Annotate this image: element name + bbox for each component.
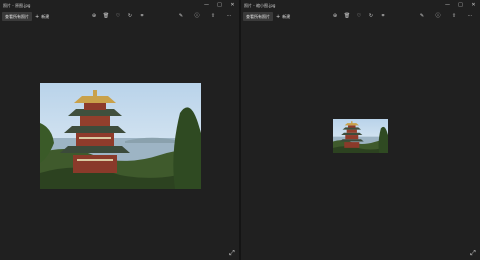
photo-original [40, 83, 201, 189]
toolbar: 查看所有照片 + 新建 ⊕ 🗑 ♡ ↻ ⌗ ✎ ⓘ ⇪ ⋯ [241, 11, 480, 22]
maximize-button[interactable]: □ [213, 0, 226, 11]
more-icon[interactable]: ⋯ [462, 12, 478, 21]
new-label: 新建 [41, 13, 50, 19]
info-icon[interactable]: ⓘ [430, 12, 446, 21]
toolbar-actions: ⊕ 🗑 ♡ ↻ ⌗ [88, 12, 148, 21]
title-bar: 照片 - 原图.jpg — □ ✕ [0, 0, 239, 11]
delete-icon[interactable]: 🗑 [341, 12, 353, 21]
window-title: 照片 - 原图.jpg [3, 2, 31, 8]
new-label: 新建 [282, 13, 291, 19]
title-bar: 照片 - 缩小图.jpg — □ ✕ [241, 0, 480, 11]
close-button[interactable]: ✕ [467, 0, 480, 11]
view-all-photos-button[interactable]: 查看所有照片 [243, 12, 273, 21]
view-all-photos-button[interactable]: 查看所有照片 [2, 12, 32, 21]
rotate-icon[interactable]: ↻ [365, 12, 377, 21]
delete-icon[interactable]: 🗑 [100, 12, 112, 21]
zoom-in-icon[interactable]: ⊕ [329, 12, 341, 21]
view-all-photos-label: 查看所有照片 [5, 13, 29, 19]
share-icon[interactable]: ⇪ [446, 12, 462, 21]
toolbar-actions: ⊕ 🗑 ♡ ↻ ⌗ [329, 12, 389, 21]
toolbar-right-actions: ✎ ⓘ ⇪ ⋯ [414, 12, 478, 21]
zoom-in-icon[interactable]: ⊕ [88, 12, 100, 21]
photo-viewer-left: 照片 - 原图.jpg — □ ✕ 查看所有照片 + 新建 ⊕ 🗑 ♡ ↻ ⌗ … [0, 0, 239, 260]
add-icon: + [276, 13, 281, 20]
window-controls: — □ ✕ [200, 0, 239, 11]
edit-icon[interactable]: ✎ [173, 12, 189, 21]
more-icon[interactable]: ⋯ [221, 12, 237, 21]
new-button[interactable]: + 新建 [32, 12, 52, 21]
expand-icon[interactable]: ⤢ [228, 249, 236, 257]
toolbar-right-actions: ✎ ⓘ ⇪ ⋯ [173, 12, 237, 21]
edit-icon[interactable]: ✎ [414, 12, 430, 21]
maximize-button[interactable]: □ [454, 0, 467, 11]
favorite-icon[interactable]: ♡ [112, 12, 124, 21]
toolbar: 查看所有照片 + 新建 ⊕ 🗑 ♡ ↻ ⌗ ✎ ⓘ ⇪ ⋯ [0, 11, 239, 22]
window-title: 照片 - 缩小图.jpg [244, 2, 276, 8]
crop-icon[interactable]: ⌗ [377, 12, 389, 21]
share-icon[interactable]: ⇪ [205, 12, 221, 21]
window-controls: — □ ✕ [441, 0, 480, 11]
crop-icon[interactable]: ⌗ [136, 12, 148, 21]
minimize-button[interactable]: — [200, 0, 213, 11]
close-button[interactable]: ✕ [226, 0, 239, 11]
new-button[interactable]: + 新建 [273, 12, 293, 21]
rotate-icon[interactable]: ↻ [124, 12, 136, 21]
photo-resized [333, 119, 388, 153]
favorite-icon[interactable]: ♡ [353, 12, 365, 21]
minimize-button[interactable]: — [441, 0, 454, 11]
expand-icon[interactable]: ⤢ [469, 249, 477, 257]
photo-viewer-right: 照片 - 缩小图.jpg — □ ✕ 查看所有照片 + 新建 ⊕ 🗑 ♡ ↻ ⌗… [241, 0, 480, 260]
add-icon: + [35, 13, 40, 20]
info-icon[interactable]: ⓘ [189, 12, 205, 21]
view-all-photos-label: 查看所有照片 [246, 13, 270, 19]
